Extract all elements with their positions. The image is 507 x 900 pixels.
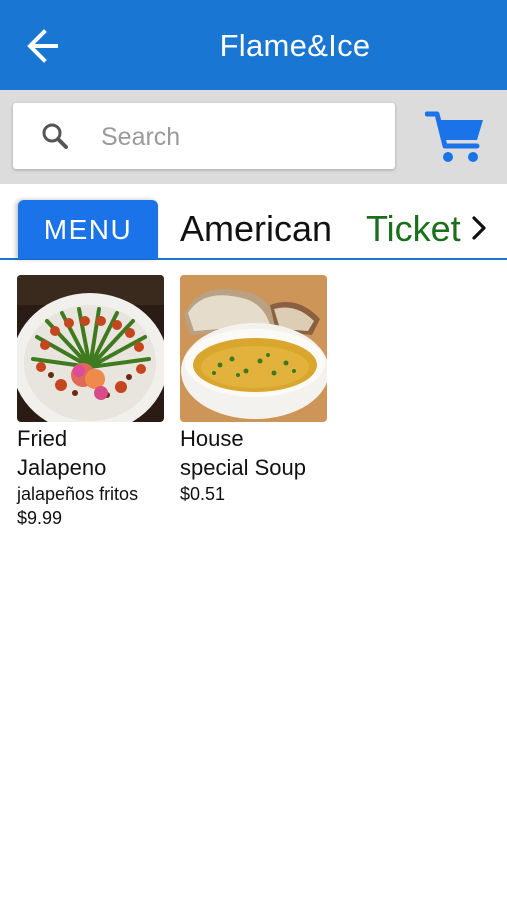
search-bar-area xyxy=(0,90,507,184)
item-price: $9.99 xyxy=(17,508,63,528)
shopping-cart-icon xyxy=(424,111,483,162)
search-icon xyxy=(42,123,68,149)
fried-jalapeno-image xyxy=(17,275,164,422)
search-input[interactable] xyxy=(99,113,383,161)
tab-ticket[interactable]: Ticket xyxy=(366,204,487,254)
app-bar: Flame&Ice xyxy=(0,0,507,90)
item-name-line2: Jalapeno xyxy=(17,455,107,480)
cart-button[interactable] xyxy=(424,108,487,166)
tab-menu[interactable]: MENU xyxy=(18,200,158,259)
item-name-line1: House xyxy=(180,426,244,451)
app-title: Flame&Ice xyxy=(219,28,371,63)
chevron-right-icon xyxy=(472,216,486,241)
category-tabs: MENU American Ticket xyxy=(0,184,507,260)
house-special-soup-image xyxy=(180,275,327,422)
search-box[interactable] xyxy=(13,103,395,169)
item-name-line1: Fried xyxy=(17,426,68,451)
item-name-line2: special Soup xyxy=(180,455,306,480)
menu-item-house-special-soup[interactable]: House special Soup $0.51 xyxy=(180,275,340,506)
tab-ticket-label: Ticket xyxy=(366,208,461,249)
item-description: jalapeños fritos xyxy=(17,484,139,504)
menu-item-fried-jalapeno[interactable]: Fried Jalapeno jalapeños fritos $9.99 xyxy=(17,275,177,530)
tab-american[interactable]: American xyxy=(180,204,332,254)
item-price: $0.51 xyxy=(180,484,226,504)
